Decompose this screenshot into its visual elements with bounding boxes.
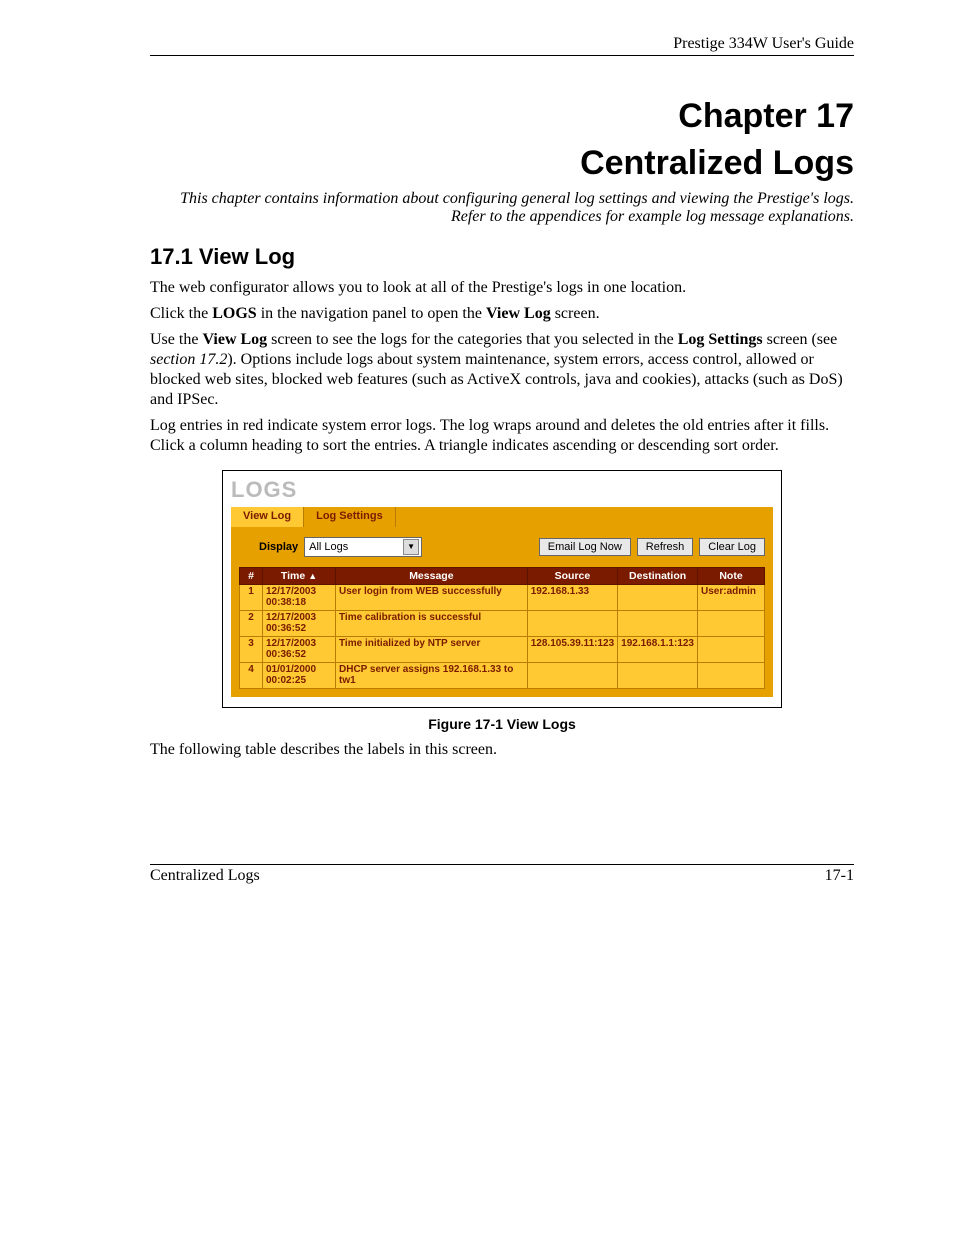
cell-msg: Time calibration is successful: [336, 610, 528, 636]
cell-msg: User login from WEB successfully: [336, 584, 528, 610]
col-message[interactable]: Message: [336, 567, 528, 584]
panel-title: LOGS: [231, 477, 773, 503]
clear-log-button[interactable]: Clear Log: [699, 538, 765, 556]
cell-dst: [618, 662, 698, 688]
bold-logs: LOGS: [212, 305, 256, 322]
text: screen to see the logs for the categorie…: [267, 331, 678, 348]
section-heading: 17.1 View Log: [150, 244, 854, 270]
italic-section-ref: section 17.2: [150, 351, 227, 368]
col-destination[interactable]: Destination: [618, 567, 698, 584]
header-rule: [150, 55, 854, 56]
cell-msg: Time initialized by NTP server: [336, 636, 528, 662]
cell-note: [698, 610, 765, 636]
cell-time: 12/17/2003 00:36:52: [263, 636, 336, 662]
col-number[interactable]: #: [240, 567, 263, 584]
text: ). Options include logs about system mai…: [150, 351, 843, 408]
col-time[interactable]: Time▲: [263, 567, 336, 584]
text: Use the: [150, 331, 202, 348]
text: screen (see: [763, 331, 838, 348]
refresh-button[interactable]: Refresh: [637, 538, 694, 556]
cell-n: 4: [240, 662, 263, 688]
text: in the navigation panel to open the: [257, 305, 486, 322]
dropdown-value: All Logs: [309, 541, 348, 553]
footer-rule: [150, 864, 854, 865]
email-log-now-button[interactable]: Email Log Now: [539, 538, 631, 556]
bold-view-log: View Log: [486, 305, 551, 322]
bold-view-log: View Log: [202, 331, 267, 348]
col-time-label: Time: [281, 570, 305, 582]
paragraph-2: Click the LOGS in the navigation panel t…: [150, 304, 854, 324]
cell-time: 12/17/2003 00:38:18: [263, 584, 336, 610]
cell-msg: DHCP server assigns 192.168.1.33 to tw1: [336, 662, 528, 688]
text: Click the: [150, 305, 212, 322]
table-row: 1 12/17/2003 00:38:18 User login from WE…: [240, 584, 765, 610]
cell-n: 1: [240, 584, 263, 610]
footer-right: 17-1: [825, 867, 854, 885]
tab-view-log[interactable]: View Log: [231, 507, 304, 527]
cell-dst: [618, 610, 698, 636]
chapter-name: Centralized Logs: [150, 143, 854, 184]
cell-dst: [618, 584, 698, 610]
header-guide-title: Prestige 334W User's Guide: [150, 35, 854, 53]
cell-n: 3: [240, 636, 263, 662]
paragraph-4: Log entries in red indicate system error…: [150, 416, 854, 456]
tab-log-settings[interactable]: Log Settings: [304, 507, 396, 527]
cell-n: 2: [240, 610, 263, 636]
chapter-intro: This chapter contains information about …: [150, 190, 854, 226]
paragraph-3: Use the View Log screen to see the logs …: [150, 330, 854, 410]
figure-caption: Figure 17-1 View Logs: [222, 716, 782, 732]
display-label: Display: [259, 541, 298, 553]
chevron-down-icon[interactable]: ▼: [403, 539, 419, 555]
footer-left: Centralized Logs: [150, 867, 260, 885]
chapter-number: Chapter 17: [150, 96, 854, 137]
sort-ascending-icon: ▲: [308, 571, 317, 581]
cell-src: 192.168.1.33: [527, 584, 617, 610]
cell-dst: 192.168.1.1:123: [618, 636, 698, 662]
cell-note: User:admin: [698, 584, 765, 610]
cell-time: 01/01/2000 00:02:25: [263, 662, 336, 688]
cell-src: 128.105.39.11:123: [527, 636, 617, 662]
col-note[interactable]: Note: [698, 567, 765, 584]
logs-table: # Time▲ Message Source Destination Note: [239, 567, 765, 689]
cell-note: [698, 662, 765, 688]
cell-src: [527, 610, 617, 636]
bold-log-settings: Log Settings: [678, 331, 763, 348]
tab-bar: View Log Log Settings: [231, 507, 773, 527]
figure-screenshot: LOGS View Log Log Settings Display All L…: [222, 470, 782, 708]
table-row: 4 01/01/2000 00:02:25 DHCP server assign…: [240, 662, 765, 688]
cell-note: [698, 636, 765, 662]
cell-src: [527, 662, 617, 688]
col-source[interactable]: Source: [527, 567, 617, 584]
paragraph-1: The web configurator allows you to look …: [150, 278, 854, 298]
cell-time: 12/17/2003 00:36:52: [263, 610, 336, 636]
table-row: 2 12/17/2003 00:36:52 Time calibration i…: [240, 610, 765, 636]
table-row: 3 12/17/2003 00:36:52 Time initialized b…: [240, 636, 765, 662]
display-dropdown[interactable]: All Logs ▼: [304, 537, 422, 557]
paragraph-after-figure: The following table describes the labels…: [150, 740, 854, 760]
text: screen.: [551, 305, 600, 322]
